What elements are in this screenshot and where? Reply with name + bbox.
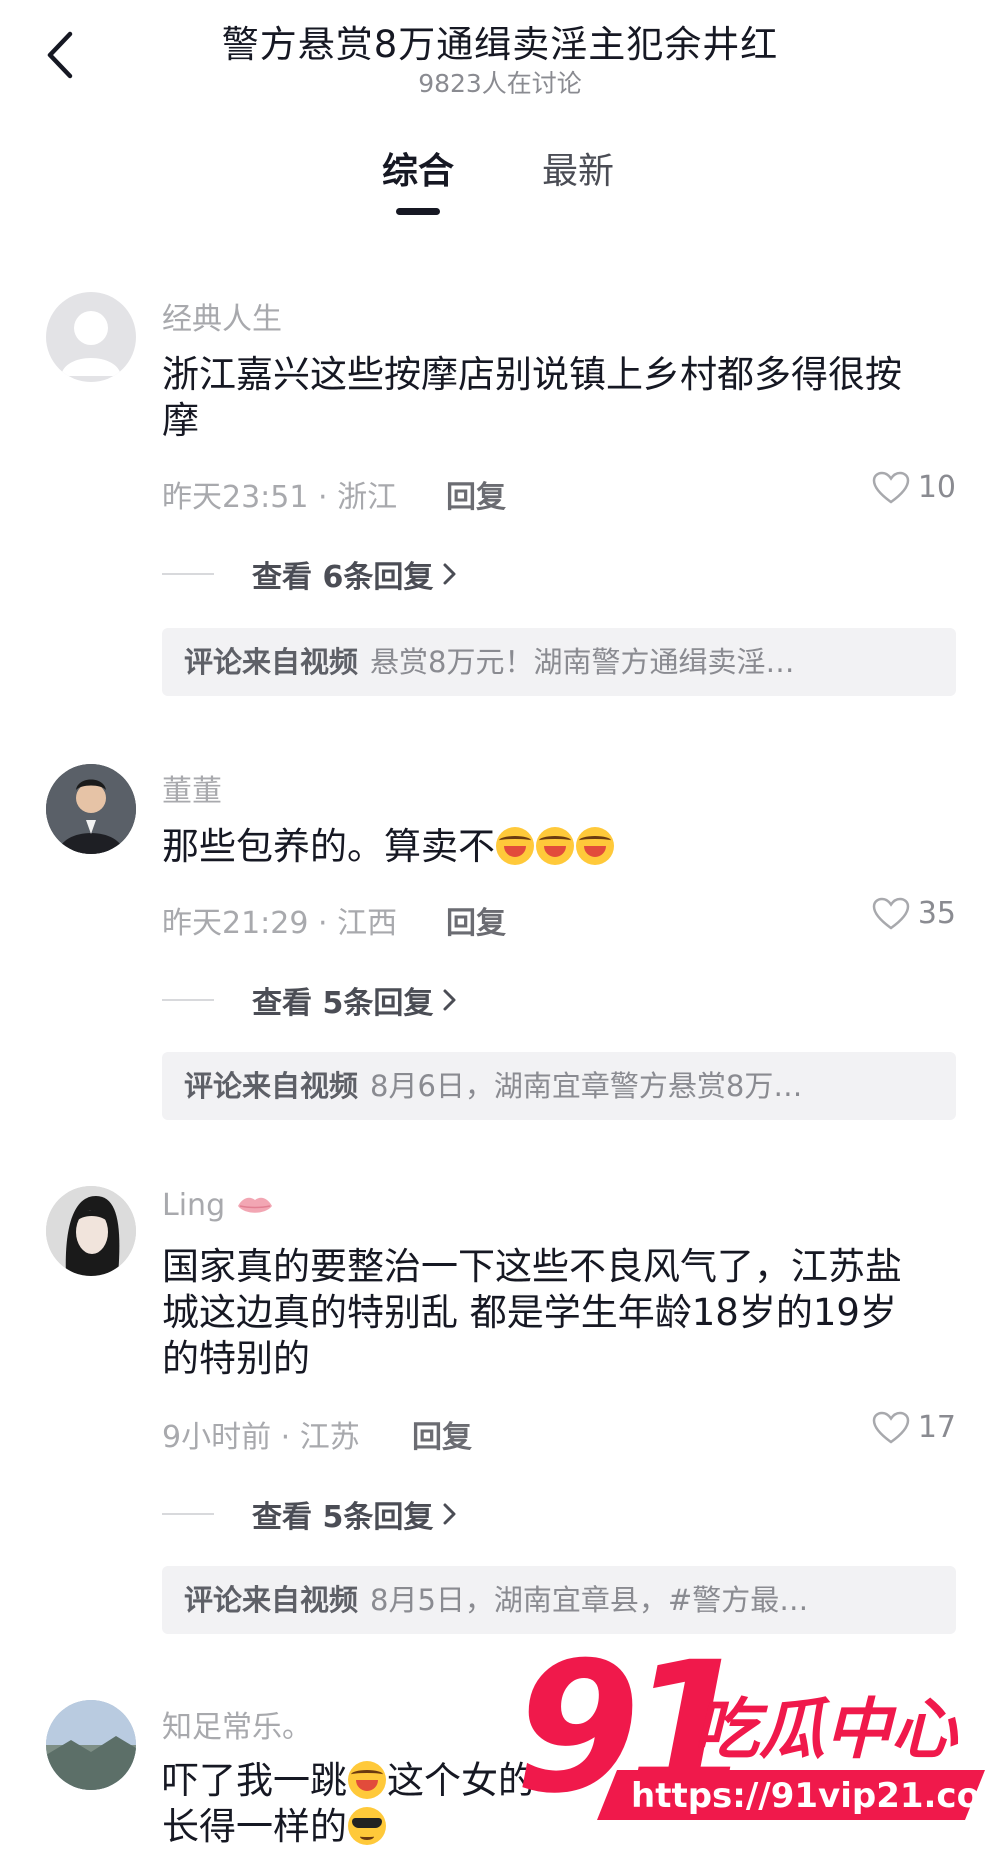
lips-icon [237,1197,272,1213]
landscape-photo-icon [46,1700,136,1790]
comment-text-line: 浙江嘉兴这些按摩店别说镇上乡村都多得很按 [162,353,902,396]
heart-icon [872,471,910,504]
comment-item: 经典人生 浙江嘉兴这些按摩店别说镇上乡村都多得很按 摩 昨天23:51 · 浙江… [0,292,1000,712]
avatar[interactable] [46,764,136,854]
video-source-card[interactable]: 评论来自视频 8月6日，湖南宜章警方悬赏8万… [162,1052,956,1120]
top-bar: 警方悬赏8万通缉卖淫主犯余井红 9823人在讨论 [0,0,1000,110]
comment-text-line: 的特别的 [162,1337,310,1380]
comment-text-fragment: 长得一样的 [162,1805,347,1848]
comment-username[interactable]: 董董 [162,766,222,810]
avatar[interactable] [46,292,136,382]
view-replies-button[interactable]: 查看 5条回复 [162,978,461,1022]
laugh-cry-emoji-icon [576,827,614,865]
view-replies-label: 查看 5条回复 [252,1500,434,1535]
heart-icon [872,897,910,930]
chevron-right-icon [443,563,456,585]
like-count: 10 [917,470,956,505]
comment-meta: 9小时前 · 江苏 [162,1420,360,1455]
tab-bar: 综合 最新 [0,142,1000,222]
comment-meta: 昨天23:51 · 浙江 [162,480,398,515]
like-button[interactable]: 35 [872,896,956,931]
laugh-cry-emoji-icon [536,827,574,865]
chevron-right-icon [443,1503,456,1525]
avatar[interactable] [46,1700,136,1790]
sunglasses-emoji-icon [348,1807,386,1845]
page-title: 警方悬赏8万通缉卖淫主犯余井红 [221,23,779,66]
source-prefix: 评论来自视频 [184,645,359,679]
discussion-count: 9823人在讨论 [418,69,582,98]
source-text: 8月5日，湖南宜章县，#警方最… [370,1583,809,1617]
comment-meta: 昨天21:29 · 江西 [162,906,398,941]
divider-line [162,1513,214,1515]
comment-item: 董董 那些包养的。算卖不 昨天21:29 · 江西 回复 35 查看 5条回复 … [0,764,1000,1184]
comment-item: Ling 国家真的要整治一下这些不良风气了，江苏盐 城这边真的特别乱 都是学生年… [0,1186,1000,1636]
divider-line [162,573,214,575]
avatar[interactable] [46,1186,136,1276]
reply-button[interactable]: 回复 [446,472,506,516]
comment-text-fragment: 吓了我一跳 [162,1759,347,1802]
like-button[interactable]: 10 [872,470,956,505]
comment-username[interactable]: Ling [162,1188,275,1223]
watermark-logo: 91 吃瓜中心 https://91vip21.com [515,1624,1000,1833]
comment-username[interactable]: 经典人生 [162,294,282,338]
chevron-right-icon [443,989,456,1011]
video-source-card[interactable]: 评论来自视频 8月5日，湖南宜章县，#警方最… [162,1566,956,1634]
comment-text: 那些包养的。算卖不 [162,824,962,870]
heart-icon [872,1411,910,1444]
view-replies-button[interactable]: 查看 6条回复 [162,552,461,596]
comment-text-line: 城这边真的特别乱 都是学生年龄18岁的19岁 [162,1291,897,1334]
source-text: 悬赏8万元！湖南警方通缉卖淫… [370,645,795,679]
video-source-card[interactable]: 评论来自视频 悬赏8万元！湖南警方通缉卖淫… [162,628,956,696]
source-prefix: 评论来自视频 [184,1583,359,1617]
comment-username[interactable]: 知足常乐。 [162,1702,312,1746]
watermark-url: https://91vip21.com [631,1776,985,1816]
tab-latest[interactable]: 最新 [542,142,614,194]
view-replies-label: 查看 5条回复 [252,986,434,1021]
like-count: 17 [917,1410,956,1445]
comment-text-line: 那些包养的。算卖不 [162,825,495,868]
reply-button[interactable]: 回复 [446,898,506,942]
comment-text: 浙江嘉兴这些按摩店别说镇上乡村都多得很按 摩 [162,352,962,444]
user-photo-icon [46,764,136,854]
watermark-brand: 吃瓜中心 [693,1691,959,1768]
like-button[interactable]: 17 [872,1410,956,1445]
divider-line [162,999,214,1001]
view-replies-label: 查看 6条回复 [252,560,434,595]
view-replies-button[interactable]: 查看 5条回复 [162,1492,461,1536]
active-tab-indicator [396,208,440,215]
laugh-cry-emoji-icon [496,827,534,865]
default-avatar-icon [61,311,121,376]
user-photo-icon [46,1186,136,1276]
source-text: 8月6日，湖南宜章警方悬赏8万… [370,1069,803,1103]
comment-text-line: 国家真的要整治一下这些不良风气了，江苏盐 [162,1245,902,1288]
comment-text-line: 摩 [162,399,199,442]
tab-comprehensive[interactable]: 综合 [382,142,454,194]
laugh-cry-emoji-icon [348,1761,386,1799]
watermark: 91 吃瓜中心 https://91vip21.com [505,1624,1000,1849]
source-prefix: 评论来自视频 [184,1069,359,1103]
username-text: Ling [162,1188,226,1223]
like-count: 35 [917,896,956,931]
reply-button[interactable]: 回复 [412,1412,472,1456]
comment-text: 国家真的要整治一下这些不良风气了，江苏盐 城这边真的特别乱 都是学生年龄18岁的… [162,1244,962,1382]
